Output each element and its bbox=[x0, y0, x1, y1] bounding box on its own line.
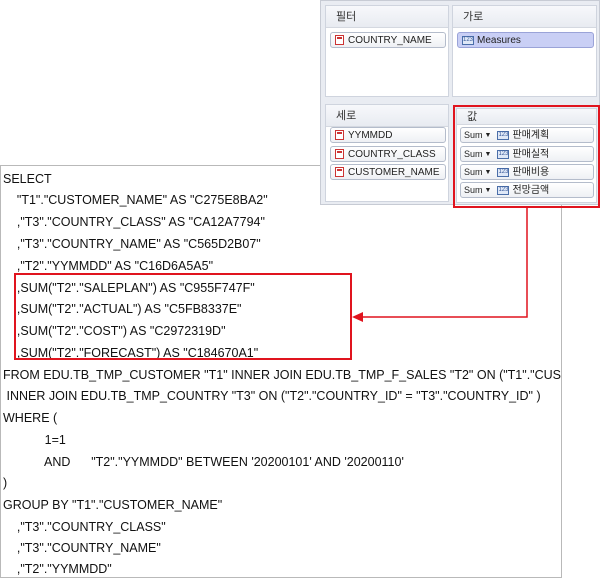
connector-arrow-icon bbox=[352, 208, 528, 322]
